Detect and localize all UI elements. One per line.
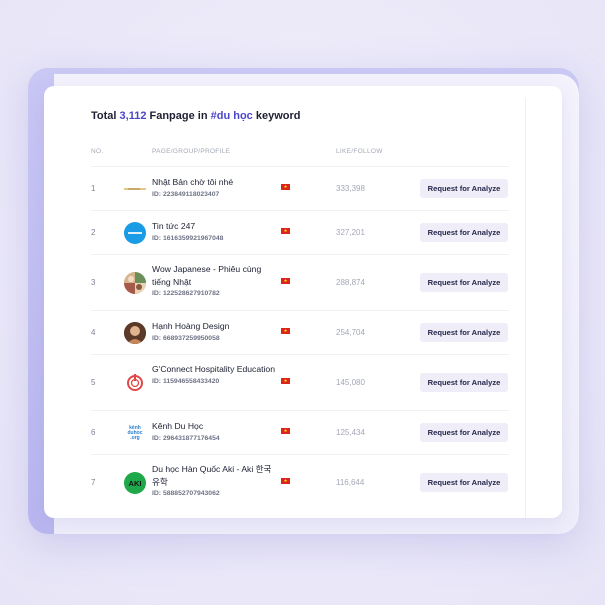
portrait-photo-icon (124, 322, 146, 344)
title-middle: Fanpage in (146, 110, 211, 122)
row-number: 3 (91, 278, 96, 287)
page-name: Tin tức 247 (152, 221, 196, 231)
kenhduhoc-logo-text: kênh duhoc .org (127, 424, 143, 441)
results-card: Total 3,112 Fanpage in #du học keyword N… (44, 86, 562, 518)
page-name: Nhật Bản chờ tôi nhé (152, 177, 234, 187)
request-analyze-button[interactable]: Request for Analyze (420, 473, 508, 492)
page-id: ID: 223849118023407 (152, 190, 220, 198)
aki-logo-icon: AKI (124, 472, 146, 494)
title-prefix: Total (91, 110, 120, 122)
vietnam-flag-icon: ★ (281, 328, 290, 334)
page-name: Hạnh Hoàng Design (152, 321, 230, 331)
table-row: 5 G'Connect Hospitality Education ID: 11… (91, 355, 509, 411)
request-analyze-button[interactable]: Request for Analyze (420, 323, 508, 342)
column-header-likes: LIKE/FOLLOW (336, 148, 383, 155)
page-info: Hạnh Hoàng Design ID: 668937259950058 (152, 320, 277, 342)
like-count: 327,201 (336, 228, 365, 237)
page-name: Du học Hàn Quốc Aki - Aki 한국 유학 (152, 464, 272, 487)
card-divider (525, 98, 526, 518)
title-count: 3,112 (119, 110, 147, 122)
row-number: 4 (91, 328, 96, 337)
page-id: ID: 588852707943062 (152, 490, 220, 497)
page-id: ID: 1616359921967048 (152, 234, 224, 242)
table-row: 1 Nhật Bản chờ tôi nhé ID: 2238491180234… (91, 167, 509, 211)
results-title: Total 3,112 Fanpage in #du học keyword (91, 110, 300, 122)
row-number: 1 (91, 184, 96, 193)
page-name: Wow Japanese - Phiêu cùng tiếng Nhật (152, 264, 262, 287)
page-info: Tin tức 247 ID: 1616359921967048 (152, 220, 277, 242)
page-info: G'Connect Hospitality Education ID: 1159… (152, 363, 277, 385)
like-count: 333,398 (336, 184, 365, 193)
table-row: 7 AKI Du học Hàn Quốc Aki - Aki 한국 유학 ID… (91, 455, 509, 511)
row-number: 5 (91, 378, 96, 387)
like-count: 125,434 (336, 428, 365, 437)
page-info: Nhật Bản chờ tôi nhé ID: 223849118023407 (152, 176, 277, 198)
table-row: 2 Tin tức 247 ID: 1616359921967048 ★ 327… (91, 211, 509, 255)
page-info: Wow Japanese - Phiêu cùng tiếng Nhật ID:… (152, 263, 277, 297)
table-row: 4 Hạnh Hoàng Design ID: 668937259950058 … (91, 311, 509, 355)
page-name: Kênh Du Học (152, 421, 204, 431)
column-header-page: PAGE/GROUP/PROFILE (152, 148, 231, 155)
page-info: Kênh Du Học ID: 296431877176454 (152, 420, 277, 442)
request-analyze-button[interactable]: Request for Analyze (420, 273, 508, 292)
column-header-no: NO. (91, 148, 104, 155)
title-keyword: #du học (210, 110, 253, 122)
request-analyze-button[interactable]: Request for Analyze (420, 373, 508, 392)
collage-photo-icon (124, 272, 146, 294)
kenhduhoc-logo-icon: kênh duhoc .org (124, 422, 146, 444)
like-count: 116,644 (336, 478, 365, 487)
title-suffix: keyword (252, 110, 301, 122)
vietnam-flag-icon: ★ (281, 228, 290, 234)
aki-logo-text: AKI (128, 478, 142, 488)
page-info: Du học Hàn Quốc Aki - Aki 한국 유학 ID: 5888… (152, 463, 277, 497)
like-count: 288,874 (336, 278, 365, 287)
like-count: 145,080 (336, 378, 365, 387)
vietnam-flag-icon: ★ (281, 478, 290, 484)
thin-line-logo-icon (124, 178, 146, 200)
request-analyze-button[interactable]: Request for Analyze (420, 223, 508, 242)
row-number: 7 (91, 478, 96, 487)
vietnam-flag-icon: ★ (281, 184, 290, 190)
page-id: ID: 296431877176454 (152, 434, 220, 442)
vietnam-flag-icon: ★ (281, 428, 290, 434)
page-id: ID: 122528627910782 (152, 290, 220, 297)
page-id: ID: 668937259950058 (152, 334, 220, 342)
blue-news-logo-icon (124, 222, 146, 244)
power-ring-logo-icon (124, 372, 146, 394)
page-name: G'Connect Hospitality Education (152, 364, 275, 374)
request-analyze-button[interactable]: Request for Analyze (420, 179, 508, 198)
row-number: 2 (91, 228, 96, 237)
table-row: 6 kênh duhoc .org Kênh Du Học ID: 296431… (91, 411, 509, 455)
vietnam-flag-icon: ★ (281, 278, 290, 284)
like-count: 254,704 (336, 328, 365, 337)
page-id: ID: 115946558433420 (152, 377, 220, 385)
table-row: 3 Wow Japanese - Phiêu cùng tiếng Nhật I… (91, 255, 509, 311)
vietnam-flag-icon: ★ (281, 378, 290, 384)
request-analyze-button[interactable]: Request for Analyze (420, 423, 508, 442)
row-number: 6 (91, 428, 96, 437)
